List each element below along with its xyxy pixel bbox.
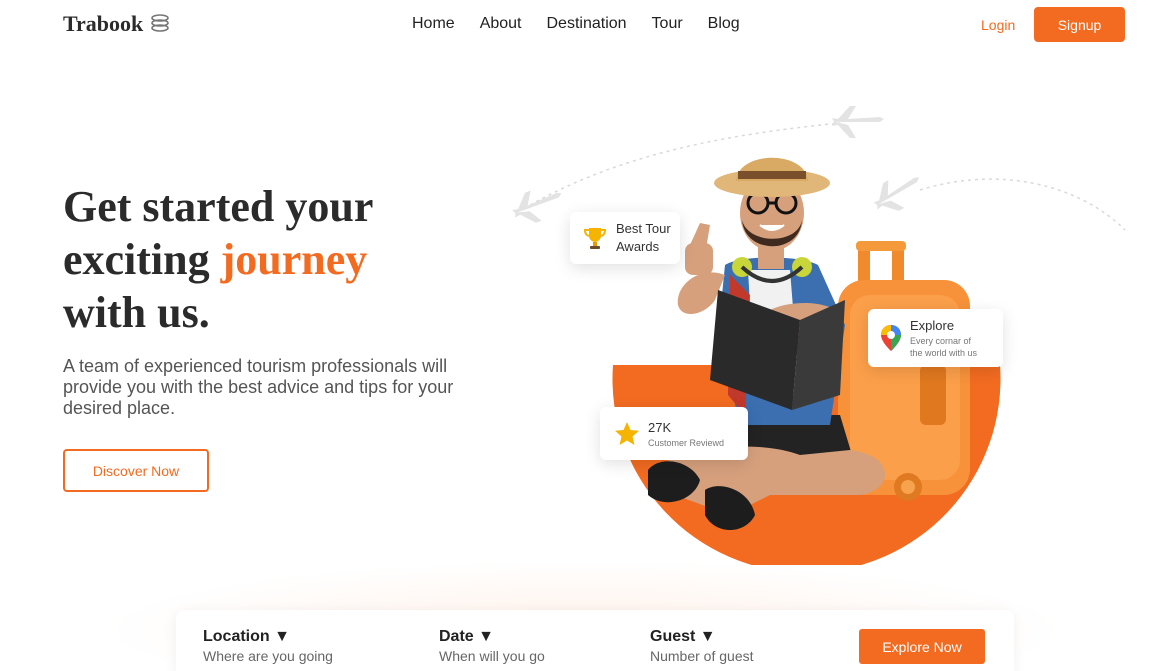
hero-title-line2: exciting (63, 235, 221, 284)
explore-text: Explore Every cornar of the world with u… (910, 317, 977, 359)
date-hint: When will you go (439, 648, 545, 664)
discover-now-button[interactable]: Discover Now (63, 449, 209, 492)
airplane-icon (512, 190, 562, 223)
globe-logo-icon (151, 14, 170, 32)
hero-title-accent: journey (220, 235, 368, 284)
flight-path (919, 178, 1126, 231)
awards-text: Best Tour Awards (616, 220, 671, 256)
nav-link-about[interactable]: About (480, 15, 522, 33)
explore-card: Explore Every cornar of the world with u… (868, 309, 1003, 367)
signup-button[interactable]: Signup (1034, 7, 1125, 42)
hero-title: Get started your exciting journey with u… (63, 180, 373, 339)
explore-now-button[interactable]: Explore Now (859, 629, 985, 664)
login-link[interactable]: Login (981, 17, 1015, 33)
guest-hint: Number of guest (650, 648, 754, 664)
best-tour-awards-card: Best Tour Awards (570, 212, 680, 264)
awards-line2: Awards (616, 239, 660, 254)
nav-links: Home About Destination Tour Blog (412, 15, 765, 33)
nav-link-home[interactable]: Home (412, 15, 455, 33)
brand-logo[interactable]: Trabook (63, 11, 171, 37)
reviews-count: 27K (648, 419, 672, 435)
location-field[interactable]: Location ▼ Where are you going (203, 628, 333, 664)
explore-line2: the world with us (910, 348, 978, 358)
location-label: Location ▼ (203, 628, 290, 645)
nav-link-destination[interactable]: Destination (547, 15, 627, 33)
search-bar: Location ▼ Where are you going Date ▼ Wh… (176, 610, 1014, 671)
guest-field[interactable]: Guest ▼ Number of guest (650, 628, 754, 664)
hero-title-line3: with us. (63, 288, 210, 337)
top-navigation: Trabook Home About Destination Tour Blog… (0, 0, 1169, 50)
explore-title: Explore (910, 318, 955, 333)
reviews-label: Customer Reviewd (648, 437, 725, 448)
location-hint: Where are you going (203, 648, 333, 664)
hero-illustration (512, 106, 1126, 565)
date-field[interactable]: Date ▼ When will you go (439, 628, 545, 664)
brand-name: Trabook (63, 11, 144, 36)
awards-line1: Best Tour (616, 221, 671, 236)
airplane-icon (873, 177, 920, 211)
explore-line1: Every cornar of (910, 336, 972, 346)
star-icon (615, 421, 639, 445)
nav-link-tour[interactable]: Tour (652, 15, 683, 33)
hero-subtitle: A team of experienced tourism profession… (63, 356, 454, 418)
trophy-icon (583, 228, 607, 249)
nav-link-blog[interactable]: Blog (708, 15, 740, 33)
map-pin-icon (881, 325, 901, 351)
customer-reviews-card: 27K Customer Reviewd (600, 407, 748, 460)
reviews-text: 27K Customer Reviewd (648, 419, 724, 449)
airplane-icon (832, 106, 884, 138)
guest-label: Guest ▼ (650, 628, 716, 645)
date-label: Date ▼ (439, 628, 494, 645)
hero-title-line1: Get started your (63, 182, 374, 231)
